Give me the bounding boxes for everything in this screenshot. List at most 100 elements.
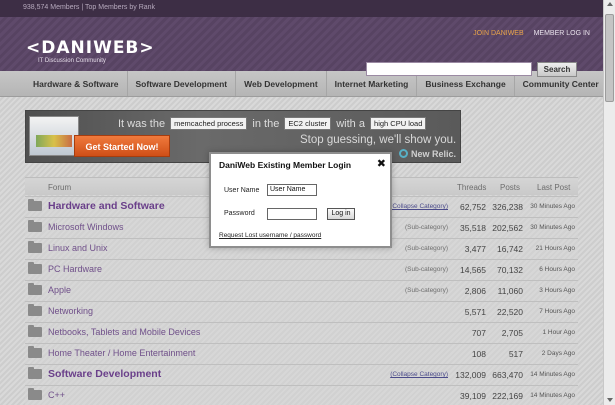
daniweb-logo[interactable]: <DANIWEB>: [26, 38, 155, 58]
nav-web-development[interactable]: Web Development: [236, 71, 327, 96]
scroll-thumb[interactable]: [605, 14, 614, 102]
last-post-time[interactable]: 14 Minutes Ago: [530, 371, 575, 378]
forum-name-link[interactable]: PC Hardware: [48, 264, 102, 274]
category-row[interactable]: Software Development (Collapse Category) 1…: [25, 364, 578, 385]
subcategory-label: (Sub-category): [405, 245, 448, 252]
forum-row[interactable]: Apple (Sub-category) 2,806 11,060 3 Hours Ag…: [25, 280, 578, 301]
forum-name-link[interactable]: Microsoft Windows: [48, 222, 124, 232]
logo-tagline: IT Discussion Community: [38, 58, 106, 64]
last-post-time[interactable]: 14 Minutes Ago: [530, 392, 575, 399]
close-icon[interactable]: ✖: [377, 157, 386, 170]
forum-row[interactable]: C++ 39,109 222,169 14 Minutes Ago: [25, 385, 578, 405]
header-posts: Posts: [500, 183, 521, 192]
last-post-time[interactable]: 6 Hours Ago: [539, 266, 575, 273]
collapse-category-link[interactable]: (Collapse Category): [390, 371, 448, 378]
search-input[interactable]: [366, 62, 532, 76]
new-relic-icon: [399, 149, 408, 158]
thread-count: 108: [471, 349, 486, 359]
forum-name-link[interactable]: Software Development: [48, 368, 161, 380]
last-post-time[interactable]: 3 Hours Ago: [539, 287, 575, 294]
member-login-link[interactable]: MEMBER LOG IN: [534, 30, 590, 37]
forum-name-link[interactable]: Linux and Unix: [48, 243, 108, 253]
lost-password-link[interactable]: Request Lost username / password: [219, 232, 321, 239]
folder-icon: [28, 304, 42, 316]
header-threads: Threads: [457, 183, 487, 192]
account-links: JOIN DANIWEB MEMBER LOG IN: [473, 30, 590, 37]
forum-name-link[interactable]: Hardware and Software: [48, 200, 165, 212]
last-post-time[interactable]: 2 Days Ago: [542, 350, 575, 357]
nav-software-development[interactable]: Software Development: [128, 71, 237, 96]
last-post-time[interactable]: 21 Hours Ago: [536, 245, 575, 252]
folder-icon: [28, 346, 42, 358]
thread-count: 3,477: [464, 244, 486, 254]
login-dialog: DaniWeb Existing Member Login ✖ User Nam…: [209, 152, 392, 248]
username-label: User Name: [224, 187, 260, 194]
page: 938,574 Members | Top Members by Rank <D…: [0, 0, 603, 405]
forum-row[interactable]: Networking 5,571 22,520 7 Hours Ago: [25, 301, 578, 322]
member-count-text: 938,574 Members | Top Members by Rank: [23, 4, 156, 11]
vertical-scrollbar[interactable]: [603, 0, 615, 405]
last-post-time[interactable]: 30 Minutes Ago: [530, 203, 575, 210]
member-count-strip: 938,574 Members | Top Members by Rank: [0, 0, 603, 17]
new-relic-brand: New Relic.: [399, 149, 456, 159]
nav-hardware-software[interactable]: Hardware & Software: [25, 71, 128, 96]
ad-text-2: in the: [252, 118, 280, 130]
thread-count: 62,752: [460, 202, 486, 212]
thread-count: 5,571: [464, 307, 486, 317]
last-post-time[interactable]: 30 Minutes Ago: [530, 224, 575, 231]
get-started-button[interactable]: Get Started Now!: [74, 135, 170, 157]
forum-name-link[interactable]: C++: [48, 390, 65, 400]
subcategory-label: (Sub-category): [405, 224, 448, 231]
ad-screenshot-image: [29, 116, 79, 156]
post-count: 16,742: [497, 244, 523, 254]
post-count: 202,562: [492, 223, 523, 233]
forum-row[interactable]: Home Theater / Home Entertainment 108 517 2…: [25, 343, 578, 364]
folder-icon: [28, 241, 42, 253]
folder-icon: [28, 388, 42, 400]
login-button[interactable]: Log in: [327, 208, 355, 220]
post-count: 11,060: [497, 286, 523, 296]
subcategory-label: (Sub-category): [405, 287, 448, 294]
folder-icon: [28, 283, 42, 295]
ad-slogan: Stop guessing, we'll show you.: [300, 134, 457, 146]
scroll-down-icon[interactable]: [607, 398, 613, 402]
post-count: 22,520: [497, 307, 523, 317]
ad-text-1: It was the: [118, 118, 166, 130]
ad-headline: It was the memcached process in the EC2 …: [118, 117, 428, 130]
forum-name-link[interactable]: Netbooks, Tablets and Mobile Devices: [48, 327, 200, 337]
thread-count: 132,009: [455, 370, 486, 380]
folder-icon: [28, 367, 42, 379]
forum-name-link[interactable]: Apple: [48, 285, 71, 295]
post-count: 2,705: [501, 328, 523, 338]
ad-select-process[interactable]: memcached process: [170, 117, 248, 130]
ad-select-load[interactable]: high CPU load: [370, 117, 427, 130]
ad-select-cluster[interactable]: EC2 cluster: [284, 117, 332, 130]
new-relic-text: New Relic.: [411, 149, 457, 159]
collapse-category-link[interactable]: (Collapse Category): [390, 203, 448, 210]
thread-count: 2,806: [464, 286, 486, 296]
subcategory-label: (Sub-category): [405, 266, 448, 273]
forum-row[interactable]: Netbooks, Tablets and Mobile Devices 707 2…: [25, 322, 578, 343]
site-header: <DANIWEB> IT Discussion Community JOIN D…: [0, 17, 603, 77]
header-forum: Forum: [48, 183, 72, 192]
scroll-up-icon[interactable]: [607, 2, 613, 6]
post-count: 222,169: [492, 391, 523, 401]
folder-icon: [28, 199, 42, 211]
password-field[interactable]: [267, 208, 317, 220]
search-button[interactable]: Search: [537, 62, 577, 77]
ad-text-3: with a: [336, 118, 365, 130]
password-label: Password: [224, 210, 255, 217]
username-field[interactable]: User Name: [267, 184, 317, 196]
last-post-time[interactable]: 1 Hour Ago: [542, 329, 575, 336]
forum-name-link[interactable]: Home Theater / Home Entertainment: [48, 348, 195, 358]
forum-name-link[interactable]: Networking: [48, 306, 93, 316]
thread-count: 14,565: [460, 265, 486, 275]
login-dialog-title: DaniWeb Existing Member Login: [219, 160, 352, 170]
last-post-time[interactable]: 7 Hours Ago: [539, 308, 575, 315]
join-link[interactable]: JOIN DANIWEB: [473, 30, 524, 37]
post-count: 326,238: [492, 202, 523, 212]
folder-icon: [28, 325, 42, 337]
forum-row[interactable]: PC Hardware (Sub-category) 14,565 70,132 6 H…: [25, 259, 578, 280]
thread-count: 707: [471, 328, 486, 338]
post-count: 517: [508, 349, 523, 359]
